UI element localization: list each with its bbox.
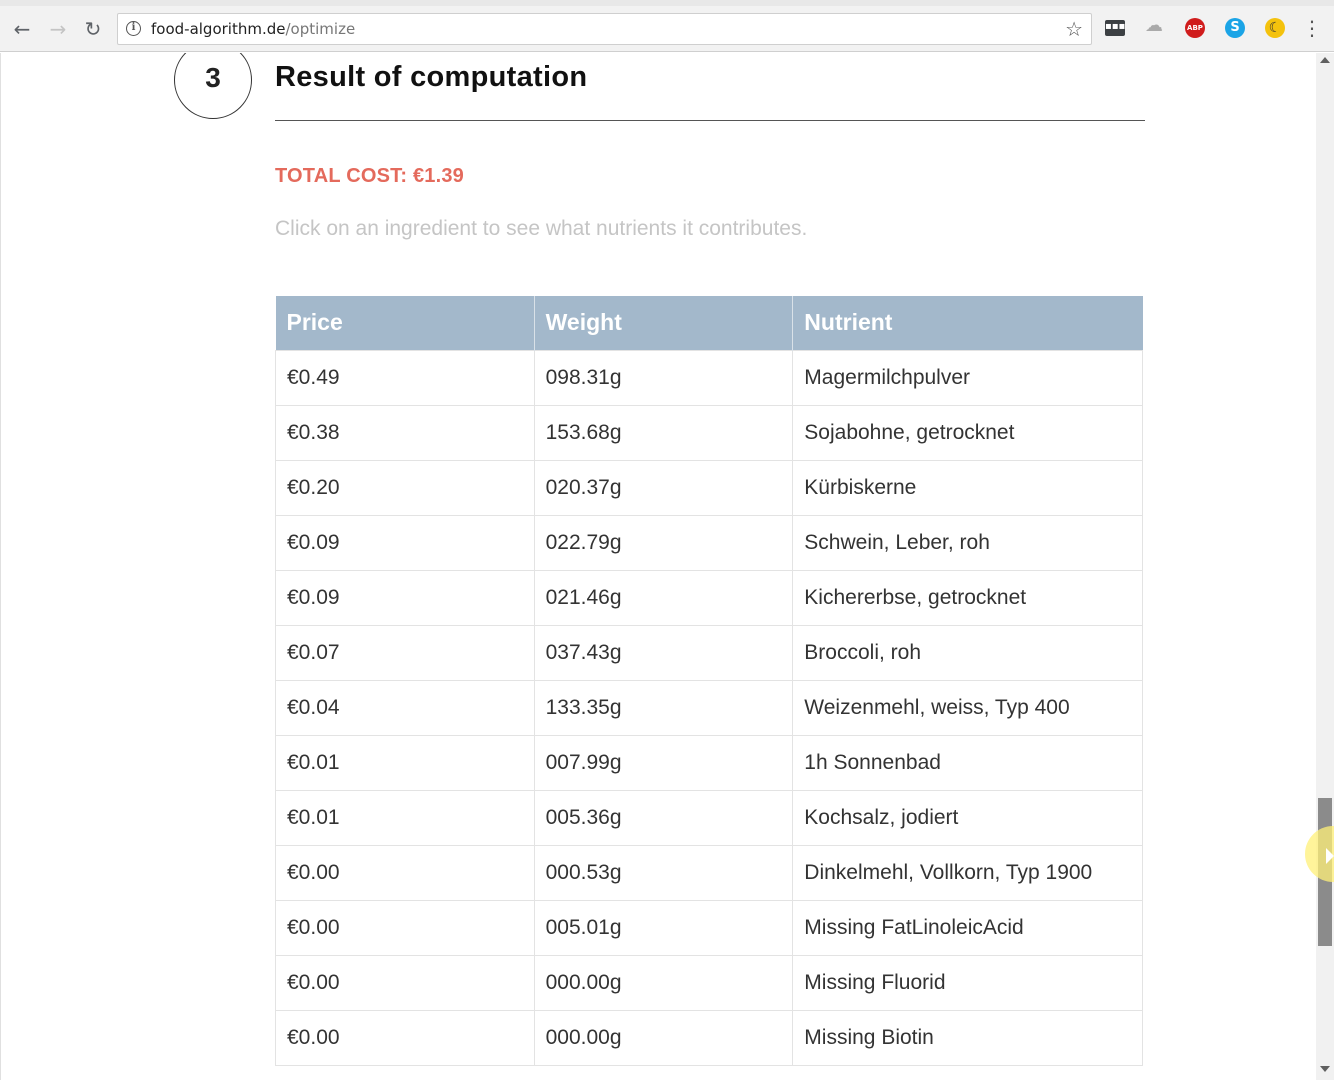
table-row[interactable]: €0.00 000.00g Missing Biotin xyxy=(275,1009,1143,1066)
cell-price[interactable]: €0.04 xyxy=(275,679,535,736)
cell-weight[interactable]: 020.37g xyxy=(533,459,794,516)
cell-nutrient[interactable]: Missing Fluorid xyxy=(792,954,1143,1011)
back-arrow-icon[interactable]: ← xyxy=(9,16,35,42)
cell-weight[interactable]: 000.53g xyxy=(533,844,794,901)
cell-price[interactable]: €0.01 xyxy=(275,734,535,791)
cell-nutrient[interactable]: Dinkelmehl, Vollkorn, Typ 1900 xyxy=(792,844,1143,901)
terminal-extension-icon[interactable]: ▪▪▪ xyxy=(1105,20,1125,36)
cell-weight[interactable]: 005.36g xyxy=(533,789,794,846)
scroll-down-arrow-icon[interactable] xyxy=(1320,1066,1330,1072)
cell-price[interactable]: €0.00 xyxy=(275,1009,535,1066)
page-viewport: 3 Result of computation TOTAL COST: €1.3… xyxy=(0,53,1316,1080)
cell-nutrient[interactable]: Sojabohne, getrocknet xyxy=(792,404,1143,461)
cell-nutrient[interactable]: Kürbiskerne xyxy=(792,459,1143,516)
adblock-plus-icon[interactable]: ABP xyxy=(1185,18,1205,38)
table-row[interactable]: €0.00 000.00g Missing Fluorid xyxy=(275,954,1143,1011)
cell-weight[interactable]: 021.46g xyxy=(533,569,794,626)
table-row[interactable]: €0.01 005.36g Kochsalz, jodiert xyxy=(275,789,1143,846)
moon-extension-icon[interactable]: ☾ xyxy=(1265,18,1285,38)
browser-toolbar: ← → ↻ i food-algorithm.de/optimize ☆ ▪▪▪… xyxy=(0,6,1334,52)
address-bar[interactable]: i food-algorithm.de/optimize ☆ xyxy=(117,13,1092,45)
cloud-extension-icon[interactable]: ☁ xyxy=(1144,16,1164,36)
table-row[interactable]: €0.38 153.68g Sojabohne, getrocknet xyxy=(275,404,1143,461)
cell-weight[interactable]: 022.79g xyxy=(533,514,794,571)
column-header-weight[interactable]: Weight xyxy=(533,296,793,350)
cell-price[interactable]: €0.09 xyxy=(275,569,535,626)
cell-price[interactable]: €0.38 xyxy=(275,404,535,461)
cell-nutrient[interactable]: Weizenmehl, weiss, Typ 400 xyxy=(792,679,1143,736)
skype-icon[interactable]: S xyxy=(1225,18,1245,38)
cell-nutrient[interactable]: Magermilchpulver xyxy=(792,349,1143,406)
hint-text: Click on an ingredient to see what nutri… xyxy=(275,217,808,240)
cell-price[interactable]: €0.20 xyxy=(275,459,535,516)
table-row[interactable]: €0.07 037.43g Broccoli, roh xyxy=(275,624,1143,681)
cell-price[interactable]: €0.49 xyxy=(275,349,535,406)
cell-nutrient[interactable]: 1h Sonnenbad xyxy=(792,734,1143,791)
cell-price[interactable]: €0.00 xyxy=(275,844,535,901)
forward-arrow-icon[interactable]: → xyxy=(45,16,71,42)
cell-price[interactable]: €0.01 xyxy=(275,789,535,846)
cell-nutrient[interactable]: Broccoli, roh xyxy=(792,624,1143,681)
reload-icon[interactable]: ↻ xyxy=(80,16,106,42)
cell-price[interactable]: €0.07 xyxy=(275,624,535,681)
cell-nutrient[interactable]: Missing FatLinoleicAcid xyxy=(792,899,1143,956)
mouse-cursor-icon xyxy=(1326,848,1334,864)
vertical-scrollbar[interactable] xyxy=(1316,53,1334,1080)
bookmark-star-icon[interactable]: ☆ xyxy=(1065,17,1083,41)
table-row[interactable]: €0.09 021.46g Kichererbse, getrocknet xyxy=(275,569,1143,626)
cell-weight[interactable]: 005.01g xyxy=(533,899,794,956)
info-icon[interactable]: i xyxy=(126,21,141,36)
table-row[interactable]: €0.09 022.79g Schwein, Leber, roh xyxy=(275,514,1143,571)
column-header-price[interactable]: Price xyxy=(275,296,535,350)
cell-nutrient[interactable]: Kochsalz, jodiert xyxy=(792,789,1143,846)
url-path: /optimize xyxy=(285,20,356,38)
column-header-nutrient[interactable]: Nutrient xyxy=(792,296,1143,350)
cell-weight[interactable]: 037.43g xyxy=(533,624,794,681)
cell-weight[interactable]: 133.35g xyxy=(533,679,794,736)
cell-price[interactable]: €0.09 xyxy=(275,514,535,571)
scroll-up-arrow-icon[interactable] xyxy=(1320,57,1330,63)
table-row[interactable]: €0.00 000.53g Dinkelmehl, Vollkorn, Typ 19… xyxy=(275,844,1143,901)
step-number-badge: 3 xyxy=(174,53,252,119)
title-divider xyxy=(275,120,1145,121)
cell-price[interactable]: €0.00 xyxy=(275,899,535,956)
cell-weight[interactable]: 007.99g xyxy=(533,734,794,791)
cell-weight[interactable]: 000.00g xyxy=(533,954,794,1011)
cell-price[interactable]: €0.00 xyxy=(275,954,535,1011)
url-host: food-algorithm.de xyxy=(151,20,286,38)
cell-weight[interactable]: 000.00g xyxy=(533,1009,794,1066)
url-text[interactable]: food-algorithm.de/optimize xyxy=(151,20,355,38)
table-header-row: Price Weight Nutrient xyxy=(275,296,1143,350)
total-cost: TOTAL COST: €1.39 xyxy=(275,165,465,187)
cell-weight[interactable]: 098.31g xyxy=(533,349,794,406)
cell-weight[interactable]: 153.68g xyxy=(533,404,794,461)
result-table: Price Weight Nutrient €0.49 098.31g Magerm… xyxy=(275,296,1143,1066)
browser-menu-icon[interactable]: ⋮ xyxy=(1302,18,1322,38)
table-row[interactable]: €0.04 133.35g Weizenmehl, weiss, Typ 400 xyxy=(275,679,1143,736)
cell-nutrient[interactable]: Schwein, Leber, roh xyxy=(792,514,1143,571)
cell-nutrient[interactable]: Kichererbse, getrocknet xyxy=(792,569,1143,626)
cell-nutrient[interactable]: Missing Biotin xyxy=(792,1009,1143,1066)
table-row[interactable]: €0.20 020.37g Kürbiskerne xyxy=(275,459,1143,516)
section-title: Result of computation xyxy=(275,61,588,93)
table-row[interactable]: €0.49 098.31g Magermilchpulver xyxy=(275,349,1143,406)
table-row[interactable]: €0.00 005.01g Missing FatLinoleicAcid xyxy=(275,899,1143,956)
table-row[interactable]: €0.01 007.99g 1h Sonnenbad xyxy=(275,734,1143,791)
